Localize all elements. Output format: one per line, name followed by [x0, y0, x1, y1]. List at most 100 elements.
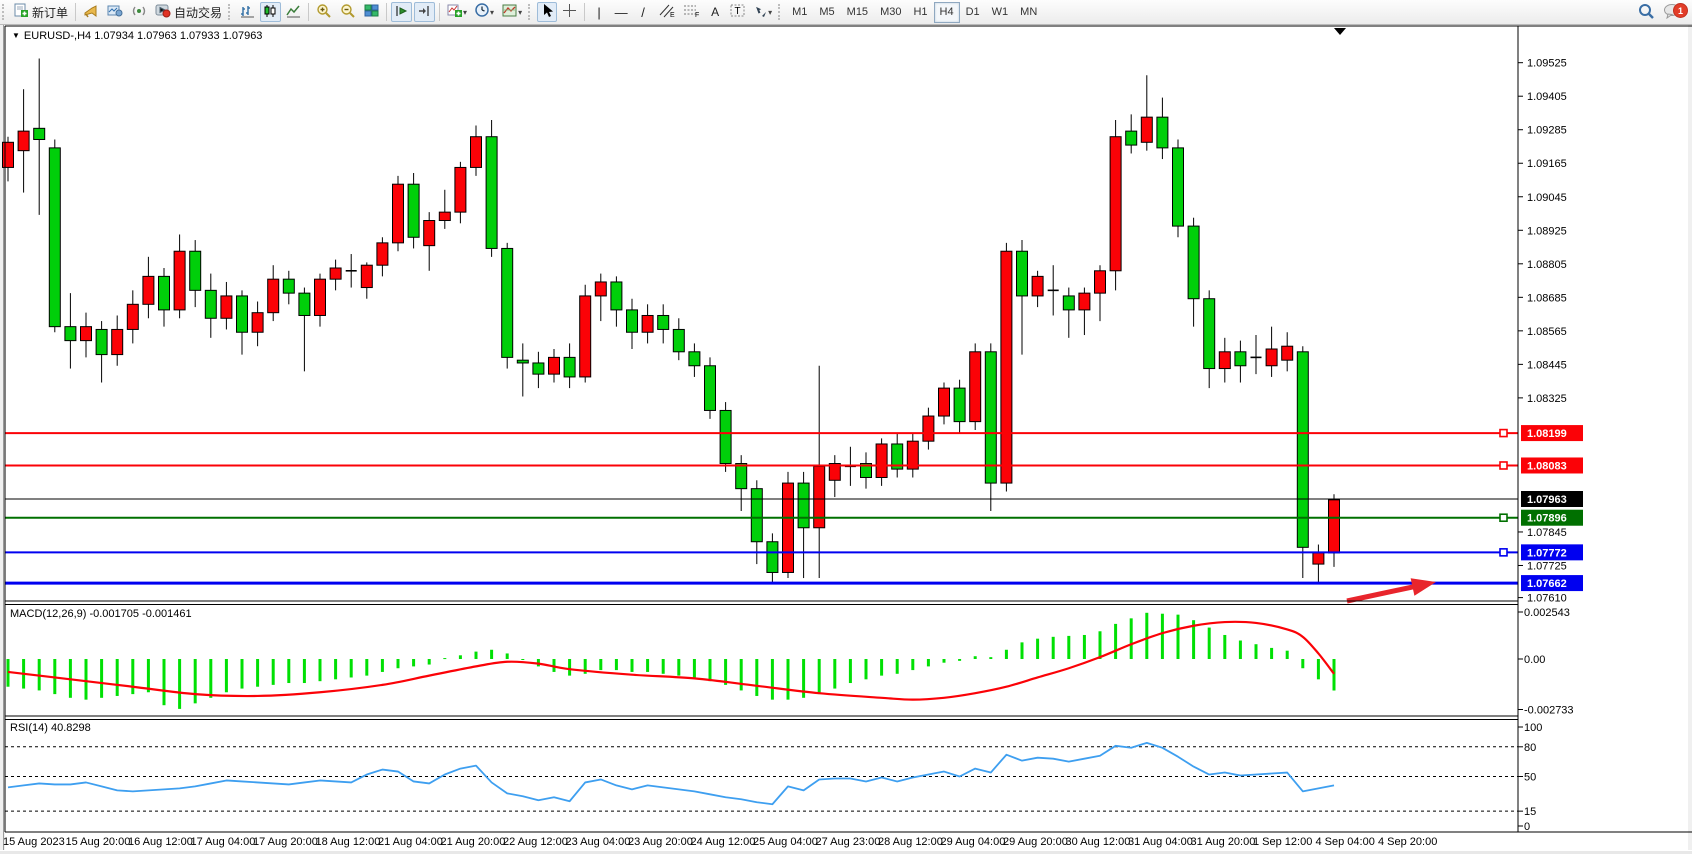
candle-body — [1266, 349, 1277, 366]
price-tick-label: 1.08325 — [1527, 393, 1567, 405]
market-watch-button[interactable] — [104, 2, 126, 22]
macd-histogram-bar — [209, 659, 212, 698]
macd-histogram-bar — [1239, 641, 1242, 659]
line-handle-marker[interactable] — [1500, 462, 1507, 469]
line-handle-marker[interactable] — [1500, 430, 1507, 437]
candle-body — [595, 282, 606, 296]
date-tick-label: 23 Aug 20:00 — [628, 836, 693, 848]
periods-button[interactable]: ▾ — [472, 2, 497, 22]
macd-histogram-bar — [943, 659, 946, 663]
date-axis[interactable]: 15 Aug 202315 Aug 20:0016 Aug 12:0017 Au… — [3, 836, 1437, 848]
candle-body — [1110, 137, 1121, 271]
macd-histogram-bar — [927, 659, 930, 666]
candle-body — [377, 243, 388, 265]
new-order-button[interactable]: 新订单 — [11, 2, 71, 22]
zoom-out-button[interactable] — [337, 2, 359, 22]
line-chart-button[interactable] — [283, 2, 304, 22]
indicators-button[interactable]: ▾ — [444, 2, 470, 22]
chart-shift-button[interactable] — [414, 2, 435, 22]
timeframe-m30-button[interactable]: M30 — [874, 2, 907, 23]
candle-body — [1079, 293, 1090, 310]
candle-body — [221, 296, 232, 318]
bar-chart-button[interactable] — [237, 2, 258, 22]
date-tick-label: 4 Sep 20:00 — [1378, 836, 1437, 848]
macd-histogram-bar — [818, 659, 821, 694]
macd-histogram-bar — [1301, 659, 1304, 668]
macd-histogram-bar — [1317, 659, 1320, 679]
clock-icon — [475, 3, 490, 21]
macd-histogram-bar — [1270, 648, 1273, 659]
candle-body — [190, 251, 201, 290]
macd-histogram-bar — [1333, 659, 1336, 691]
cursor-button[interactable] — [537, 2, 557, 22]
candle-body — [112, 329, 123, 354]
timeframe-m15-button[interactable]: M15 — [841, 2, 874, 23]
macd-histogram-bar — [1036, 639, 1039, 659]
macd-histogram-bar — [475, 652, 478, 659]
macd-histogram-bar — [85, 659, 88, 700]
candle-body — [985, 352, 996, 483]
candle-body — [205, 290, 216, 318]
candle-body — [393, 184, 404, 243]
alerts-button[interactable] — [80, 2, 102, 22]
timeframe-h1-button[interactable]: H1 — [907, 2, 933, 23]
candle-body — [673, 329, 684, 351]
timeframe-h4-button[interactable]: H4 — [934, 2, 960, 23]
date-tick-label: 25 Aug 04:00 — [753, 836, 818, 848]
arrows-tool-button[interactable]: ▾ — [751, 2, 775, 22]
candle-body — [1095, 271, 1106, 293]
candle-body — [424, 221, 435, 246]
line-handle-marker[interactable] — [1500, 514, 1507, 521]
candle-body — [1173, 148, 1184, 226]
timeframe-mn-button[interactable]: MN — [1014, 2, 1043, 23]
crosshair-button[interactable] — [559, 2, 580, 22]
candle-body — [798, 483, 809, 528]
timeframe-m5-button[interactable]: M5 — [813, 2, 840, 23]
chart-canvas[interactable]: 1.095251.094051.092851.091651.090451.089… — [0, 0, 1692, 854]
candle-body — [408, 184, 419, 237]
candle-body — [143, 276, 154, 304]
candle-body — [954, 388, 965, 422]
arrows-icon — [754, 4, 768, 21]
signals-button[interactable] — [128, 2, 150, 22]
candle-body — [970, 352, 981, 422]
zoom-in-button[interactable] — [313, 2, 335, 22]
label-tool-button[interactable]: T — [727, 2, 749, 22]
price-tick-label: 1.09525 — [1527, 58, 1567, 70]
search-button[interactable] — [1635, 2, 1658, 22]
macd-histogram-bar — [1208, 628, 1211, 659]
macd-histogram-bar — [490, 650, 493, 659]
fibonacci-tool-button[interactable]: F — [680, 2, 703, 22]
macd-histogram-bar — [833, 659, 836, 689]
date-tick-label: 22 Aug 12:00 — [503, 836, 568, 848]
macd-histogram-bar — [241, 659, 244, 689]
macd-histogram-bar — [599, 659, 602, 670]
notifications-button[interactable]: 1 — [1660, 2, 1684, 22]
candle-body — [65, 327, 76, 341]
candle-body — [611, 282, 622, 310]
candlestick-chart-button[interactable] — [260, 2, 281, 22]
macd-histogram-bar — [771, 659, 774, 700]
candle-body — [252, 313, 263, 333]
timeframe-m1-button[interactable]: M1 — [786, 2, 813, 23]
rsi-tick-label: 80 — [1524, 742, 1536, 754]
price-tick-label: 1.08565 — [1527, 326, 1567, 338]
candle-body — [315, 279, 326, 315]
tile-windows-button[interactable] — [361, 2, 382, 22]
text-icon: A — [711, 6, 719, 19]
macd-histogram-bar — [334, 659, 337, 679]
channel-tool-button[interactable]: E — [655, 2, 678, 22]
vertical-line-tool-button[interactable]: | — [589, 2, 609, 22]
auto-scroll-button[interactable] — [391, 2, 412, 22]
timeframe-d1-button[interactable]: D1 — [960, 2, 986, 23]
trendline-tool-button[interactable]: / — [633, 2, 653, 22]
text-tool-button[interactable]: A — [705, 2, 725, 22]
horizontal-line-tool-button[interactable]: — — [611, 2, 631, 22]
line-handle-marker[interactable] — [1500, 549, 1507, 556]
timeframe-w1-button[interactable]: W1 — [986, 2, 1015, 23]
macd-histogram-bar — [272, 659, 275, 685]
candle-body — [1204, 299, 1215, 369]
dropdown-arrow-icon: ▾ — [518, 6, 522, 19]
autotrade-button[interactable]: 自动交易 — [152, 2, 225, 22]
templates-button[interactable]: ▾ — [499, 2, 525, 22]
